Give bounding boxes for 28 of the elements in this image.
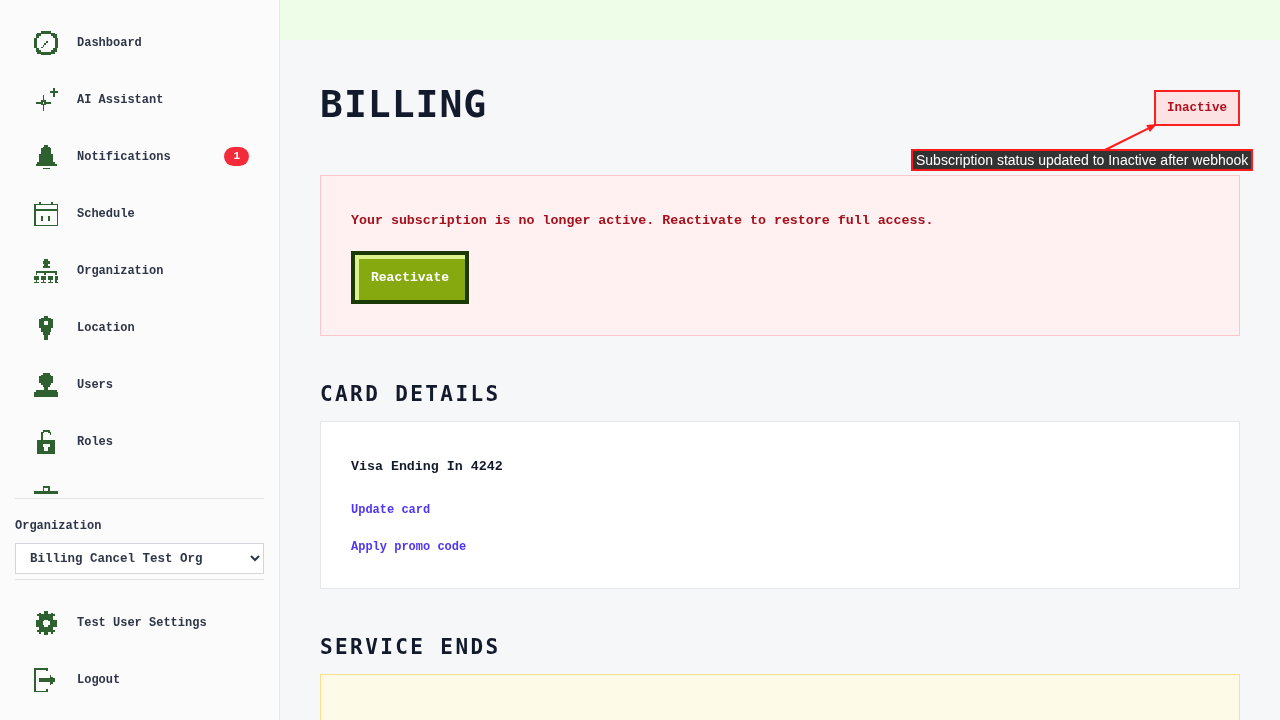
gauge-icon <box>32 28 60 57</box>
calendar-icon <box>32 199 60 228</box>
nav-item[interactable]: Test User Settings <box>0 594 279 651</box>
card-link[interactable]: Apply promo code <box>351 537 467 557</box>
nav-item[interactable]: Organization <box>0 242 279 299</box>
nav-item[interactable]: Schedule <box>0 185 279 242</box>
annotation-arrow <box>1104 124 1157 151</box>
status-badge: Inactive <box>1154 90 1240 126</box>
nav-item[interactable]: Users <box>0 356 279 413</box>
nav-item[interactable]: AI Assistant <box>0 71 279 128</box>
nav-item[interactable]: Location <box>0 299 279 356</box>
nav-item[interactable]: Roles <box>0 413 279 470</box>
annotation-note: Subscription status updated to Inactive after webhook <box>911 149 1254 171</box>
user-icon <box>32 370 60 399</box>
card-description: Visa Ending In 4242 <box>351 458 503 476</box>
page-title: BILLING <box>320 84 488 124</box>
nav-item[interactable]: Dashboard <box>0 14 279 71</box>
org-chart-icon <box>32 256 60 285</box>
briefcase-icon <box>32 484 60 494</box>
card-link[interactable]: Update card <box>351 500 431 520</box>
nav-item[interactable]: Logout <box>0 651 279 708</box>
alert-message: Your subscription is no longer active. Reactivate to restore full access. <box>351 212 934 230</box>
nav-item[interactable]: Notifications 1 <box>0 128 279 185</box>
organization-label: Organization <box>15 518 102 534</box>
section-heading: CARD DETAILS <box>320 381 501 408</box>
section-heading: SERVICE ENDS <box>320 634 501 661</box>
notification-count-badge: 1 <box>224 147 249 166</box>
organization-select[interactable]: Billing Cancel Test Org <box>15 543 264 574</box>
